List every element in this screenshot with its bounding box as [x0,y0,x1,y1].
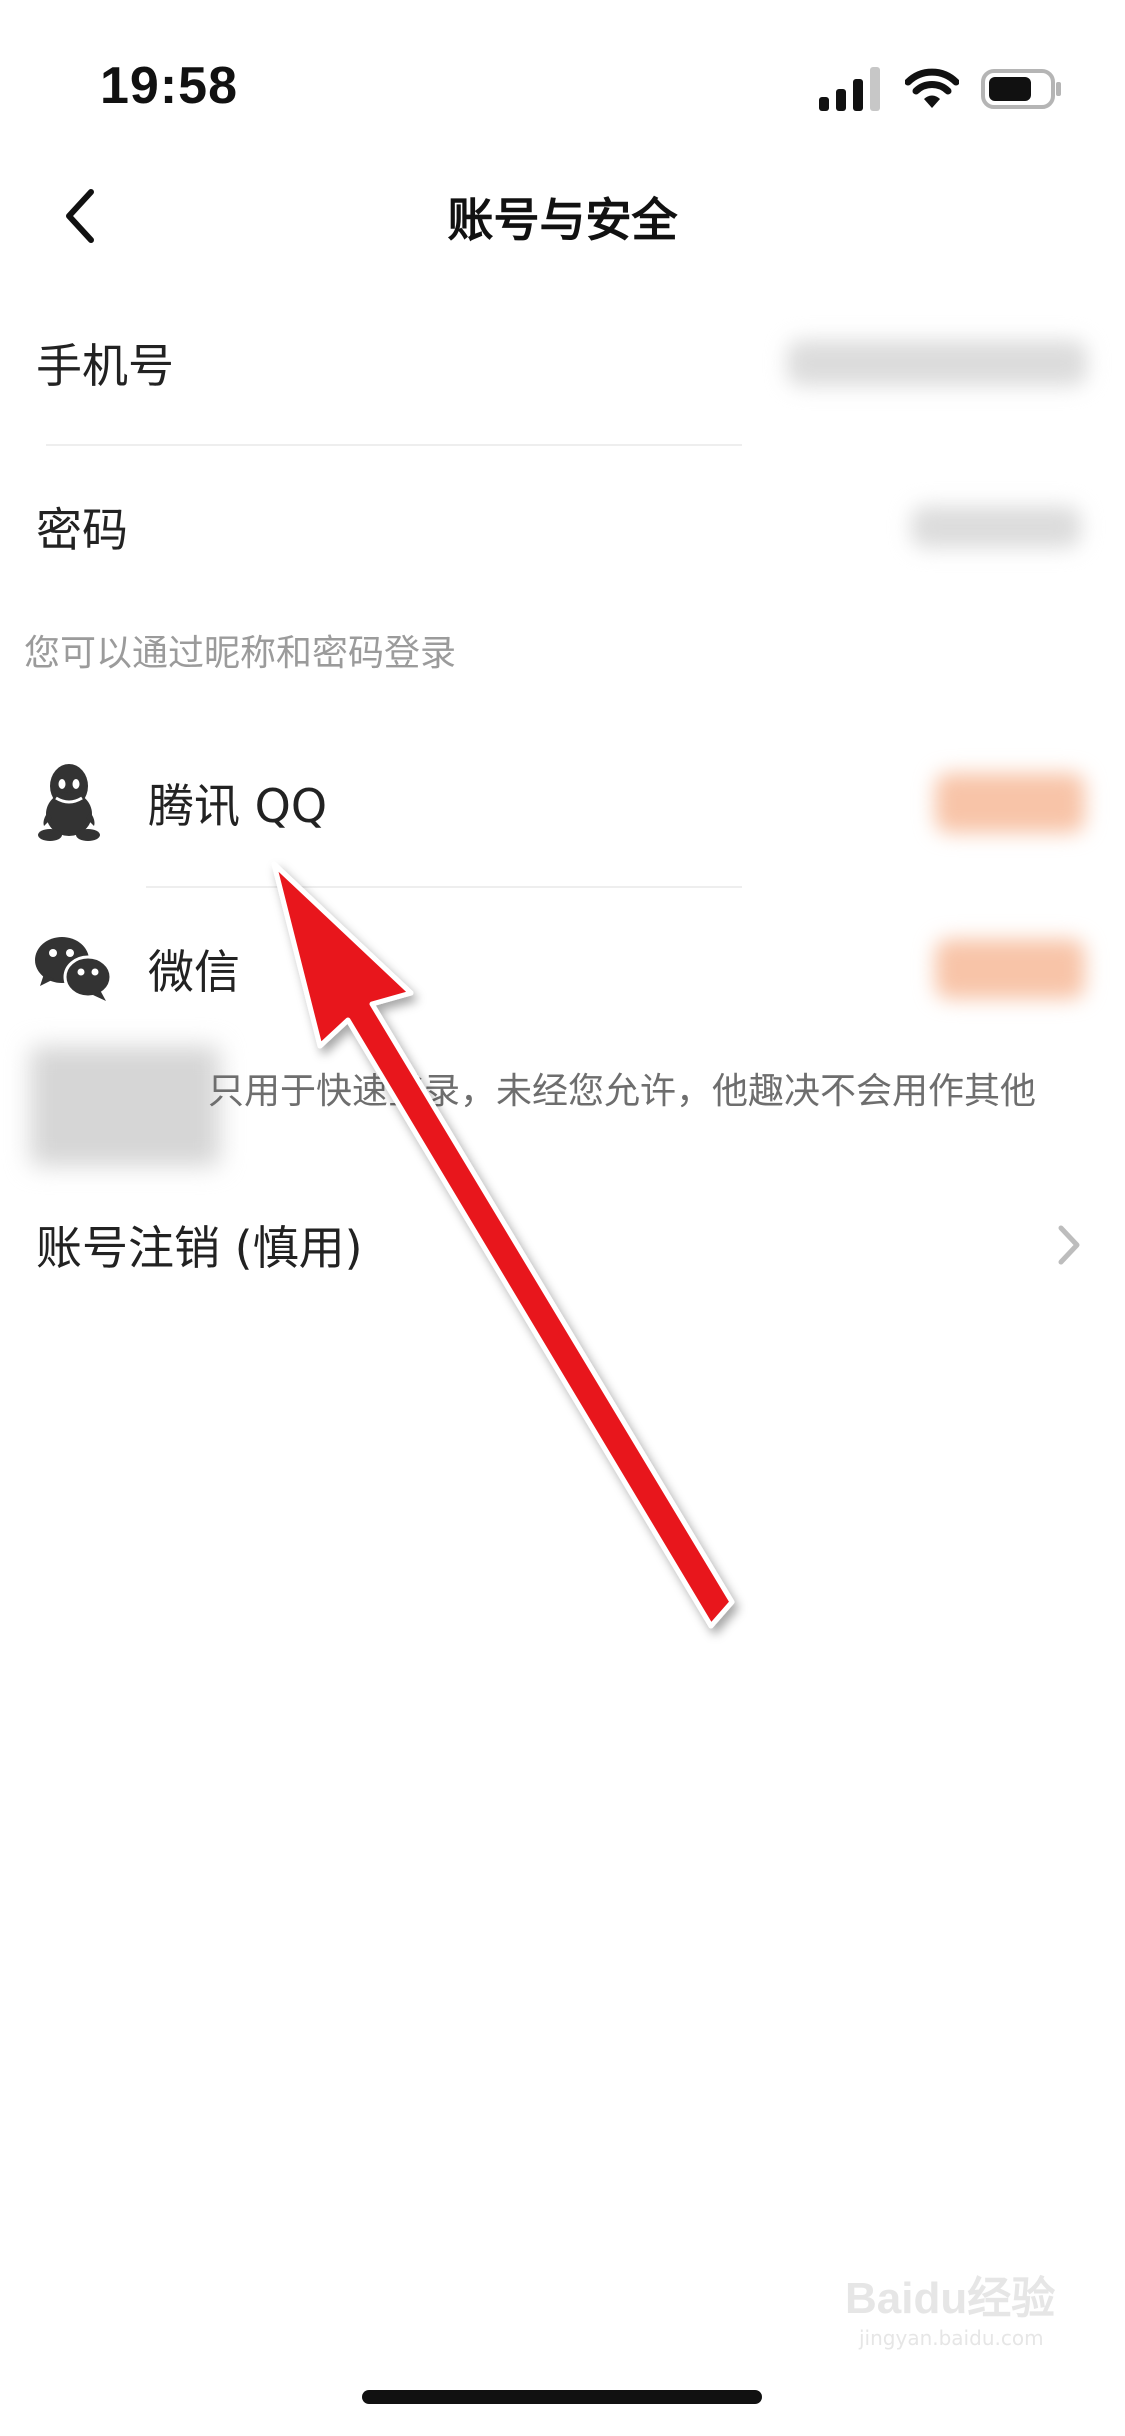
watermark-text: Baidu经验 [845,2274,1056,2323]
password-label: 密码 [36,503,128,557]
status-time: 19:58 [100,57,238,115]
wechat-icon [35,937,112,1001]
status-icons [819,66,1063,112]
battery-icon [981,69,1061,109]
login-hint: 您可以通过昵称和密码登录 [24,633,457,674]
baidu-watermark: Baidu经验 jingyan.baidu.com [845,2240,1065,2350]
watermark-subtext: jingyan.baidu.com [859,2326,1044,2350]
signal-icon [819,67,880,111]
wechat-row[interactable]: 微信 [0,894,1125,1044]
divider [146,886,742,888]
chevron-right-icon [1058,1225,1080,1265]
wechat-label: 微信 [148,945,240,999]
wifi-icon [905,68,959,108]
account-security-screen: 19:58 账号与安全 手机号 密码 您可以通过昵称和密码登录 腾讯 QQ 微信… [0,0,1125,2436]
qq-label: 腾讯 QQ [148,779,328,833]
qq-icon [38,764,100,841]
phone-label: 手机号 [36,339,174,393]
page-title: 账号与安全 [447,193,678,247]
divider [46,444,742,446]
home-indicator [362,2390,762,2404]
phone-row[interactable]: 手机号 [0,288,1125,438]
password-row[interactable]: 密码 [0,452,1125,602]
wechat-bind-status-blurred[interactable] [935,939,1085,999]
qq-bind-status-blurred[interactable] [935,773,1085,833]
qq-row[interactable]: 腾讯 QQ [0,728,1125,878]
third-party-note: 只用于快速登录，未经您允许，他趣决不会用作其他 [208,1071,1037,1112]
note-prefix-blurred [30,1046,220,1166]
password-value-blurred [911,506,1081,548]
phone-value-blurred [787,340,1087,386]
deactivate-label: 账号注销 (慎用) [36,1221,363,1275]
deactivate-account-row[interactable]: 账号注销 (慎用) [0,1170,1125,1320]
